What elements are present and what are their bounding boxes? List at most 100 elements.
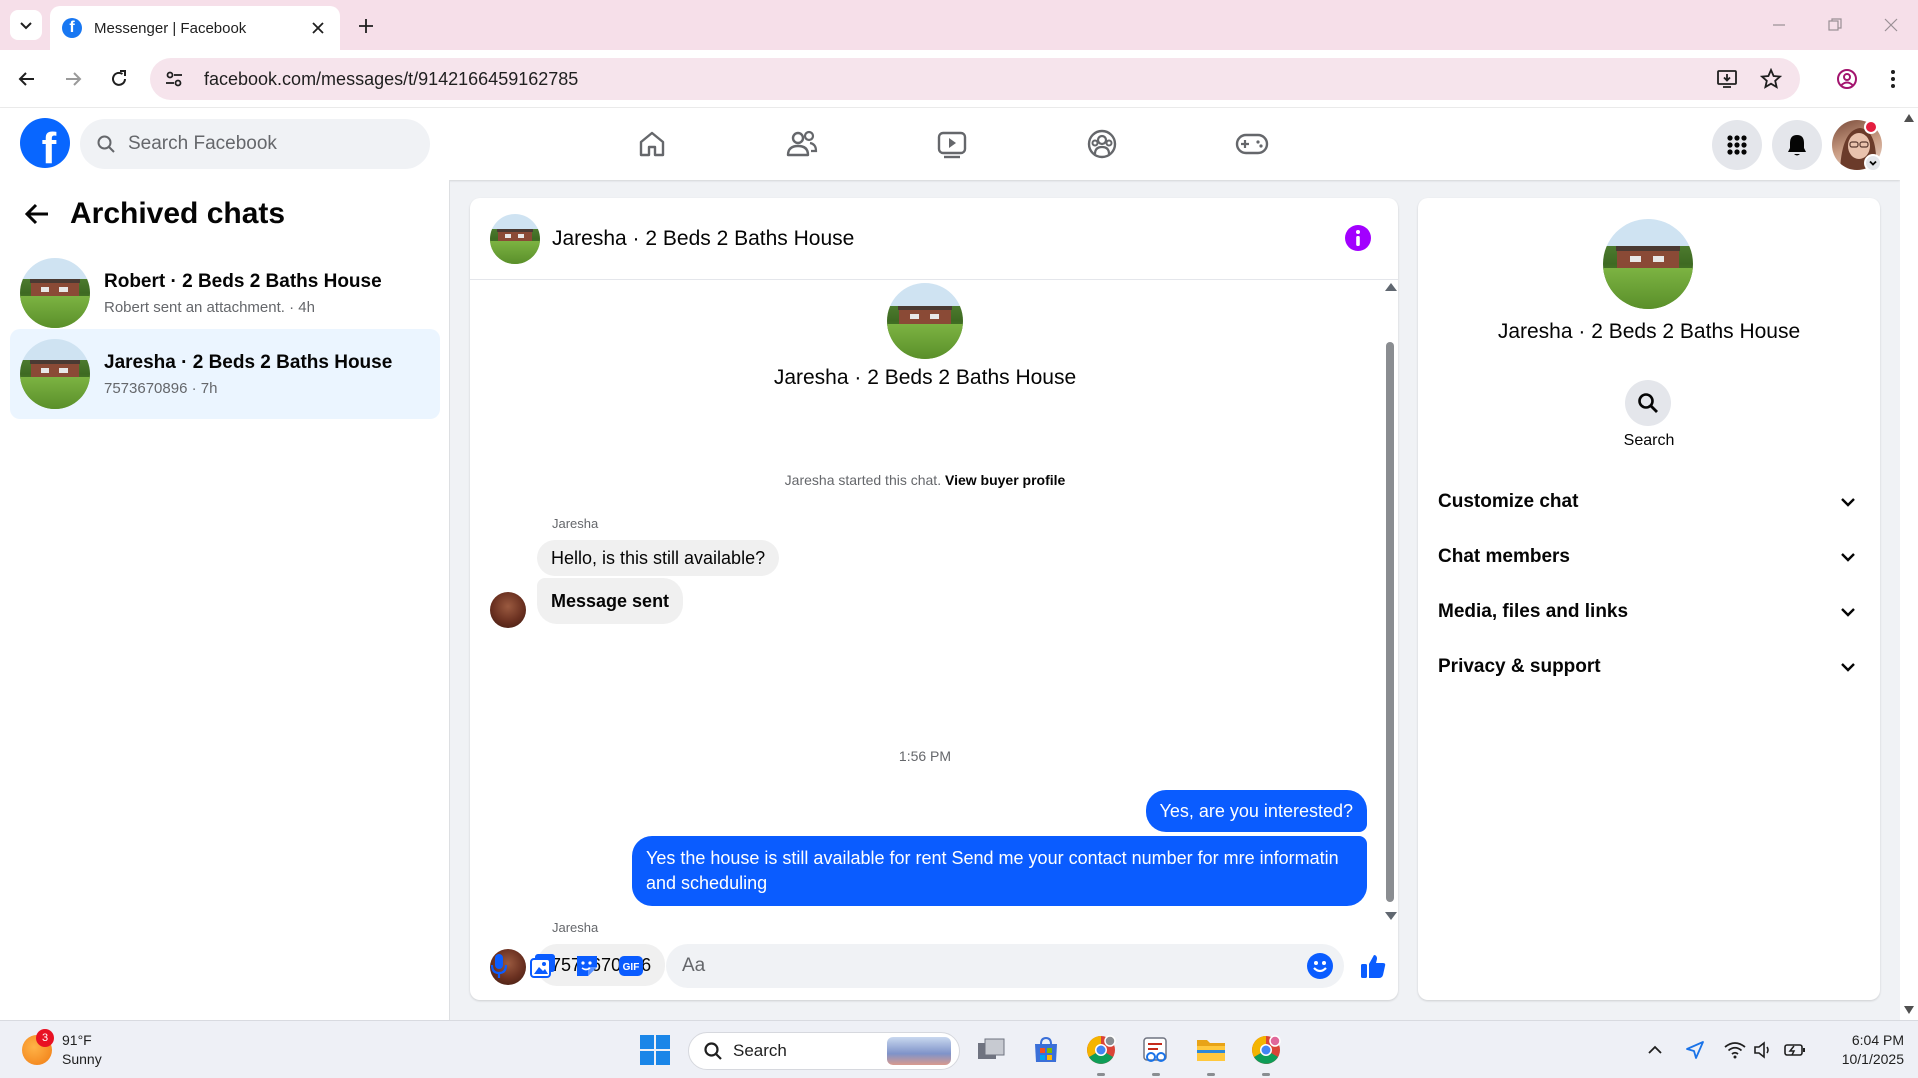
message-input[interactable]: Aa [666,944,1344,988]
search-icon [704,1042,722,1060]
facebook-logo[interactable]: f [20,118,70,168]
sticker-button[interactable] [570,949,604,983]
microsoft-store-button[interactable] [1029,1033,1063,1067]
arrow-left-icon [18,72,34,86]
chat-title[interactable]: Jaresha · 2 Beds 2 Baths House [552,227,854,251]
close-icon [1884,18,1898,32]
start-button[interactable] [640,1035,670,1065]
message-bubble[interactable]: Message sent [537,578,684,624]
plus-icon [359,19,373,33]
tab-search-button[interactable] [10,10,42,40]
minimize-window-button[interactable] [1766,12,1792,38]
bell-icon [1788,135,1806,156]
gif-icon: GIF [619,956,643,976]
chevron-down-icon [20,22,32,30]
search-highlight-image [887,1037,951,1065]
nav-groups[interactable] [1080,122,1124,166]
folder-icon [1197,1040,1225,1061]
chevron-down-icon [1869,160,1877,166]
nav-video[interactable] [930,122,974,166]
chat-hero-name: Jaresha · 2 Beds 2 Baths House [773,366,1077,389]
friends-icon [786,130,818,157]
sender-avatar[interactable] [490,592,526,628]
install-app-button[interactable] [1712,64,1742,94]
chrome-profile-taskbar-button[interactable] [1249,1033,1283,1067]
chat-started-notice: Jaresha started this chat. View buyer pr… [470,472,1380,488]
send-like-button[interactable] [1356,949,1390,983]
restore-window-button[interactable] [1822,12,1848,38]
reload-button[interactable] [104,64,134,94]
restore-icon [1828,18,1842,31]
section-label: Privacy & support [1438,656,1601,677]
weather-badge: 3 [36,1029,54,1047]
task-view-button[interactable] [974,1033,1008,1067]
section-media-files-links[interactable]: Media, files and links [1438,590,1860,634]
home-icon [639,131,665,157]
browser-menu-button[interactable] [1878,64,1908,94]
message-list[interactable]: Jaresha · 2 Beds 2 Baths House Jaresha s… [470,280,1398,986]
chrome-taskbar-button[interactable] [1084,1033,1118,1067]
attach-photo-button[interactable] [526,949,560,983]
facebook-search-input[interactable]: Search Facebook [80,119,430,169]
message-bubble[interactable]: Yes, are you interested? [1145,790,1367,832]
message-bubble[interactable]: Yes the house is still available for ren… [632,836,1367,906]
message-composer: GIF Aa [470,936,1398,996]
section-privacy-support[interactable]: Privacy & support [1438,645,1860,689]
view-buyer-profile-link[interactable]: View buyer profile [945,472,1065,488]
archived-chats-panel: Archived chats Robert · 2 Beds 2 Baths H… [0,180,450,1020]
volume-button[interactable] [1752,1039,1774,1061]
scroll-up-arrow-icon [1904,114,1914,122]
browser-profile-button[interactable] [1832,64,1862,94]
show-hidden-icons-button[interactable] [1644,1039,1666,1061]
details-avatar[interactable] [1603,219,1693,309]
section-customize-chat[interactable]: Customize chat [1438,480,1860,524]
install-icon [1717,70,1737,88]
battery-button[interactable] [1784,1039,1806,1061]
chat-hero-avatar [887,283,963,359]
taskbar-search-placeholder: Search [733,1041,787,1060]
conversation-preview: Robert sent an attachment. · 4h [104,298,315,316]
message-input-placeholder: Aa [682,955,706,976]
bookmark-button[interactable] [1756,64,1786,94]
chat-details-panel: Jaresha · 2 Beds 2 Baths House Search Cu… [1418,198,1880,1000]
taskbar-search[interactable]: Search [688,1032,960,1070]
page-scrollbar[interactable] [1900,108,1918,1020]
snipping-tool-button[interactable] [1139,1033,1173,1067]
weather-widget[interactable]: 3 91°F Sunny [22,1029,102,1069]
chat-scroll-thumb[interactable] [1386,342,1394,902]
taskbar-clock[interactable]: 6:04 PM 10/1/2025 [1820,1031,1904,1069]
close-window-button[interactable] [1878,12,1904,38]
notifications-button[interactable] [1772,120,1822,170]
nav-friends[interactable] [780,122,824,166]
site-info-button[interactable] [162,67,186,91]
chat-header-avatar[interactable] [490,213,540,264]
info-icon[interactable] [1344,224,1372,252]
browser-tab-messenger[interactable]: f Messenger | Facebook [50,6,340,50]
notification-dot [1864,120,1878,134]
gif-button[interactable]: GIF [614,949,648,983]
back-arrow-icon[interactable] [24,202,50,226]
address-bar[interactable]: facebook.com/messages/t/9142166459162785 [150,58,1800,100]
new-tab-button[interactable] [352,12,380,40]
message-bubble[interactable]: Hello, is this still available? [537,540,780,576]
emoji-icon[interactable] [1306,952,1334,980]
voice-clip-button[interactable] [482,949,516,983]
photo-icon [530,954,555,978]
back-button[interactable] [12,64,42,94]
wifi-button[interactable] [1724,1039,1746,1061]
search-in-conversation-button[interactable] [1625,380,1671,426]
forward-button[interactable] [58,64,88,94]
location-button[interactable] [1684,1039,1706,1061]
conversation-item-jaresha[interactable]: Jaresha · 2 Beds 2 Baths House 757367089… [10,329,440,419]
store-icon [1035,1036,1057,1062]
chat-scrollbar[interactable] [1382,280,1398,930]
url-text[interactable]: facebook.com/messages/t/9142166459162785 [204,69,1712,90]
file-explorer-button[interactable] [1194,1033,1228,1067]
conversation-item-robert[interactable]: Robert · 2 Beds 2 Baths House Robert sen… [10,248,440,338]
nav-home[interactable] [630,122,674,166]
account-menu-chevron[interactable] [1864,154,1882,172]
tab-close-button[interactable] [308,18,328,38]
menu-button[interactable] [1712,120,1762,170]
section-chat-members[interactable]: Chat members [1438,535,1860,579]
nav-gaming[interactable] [1230,122,1274,166]
